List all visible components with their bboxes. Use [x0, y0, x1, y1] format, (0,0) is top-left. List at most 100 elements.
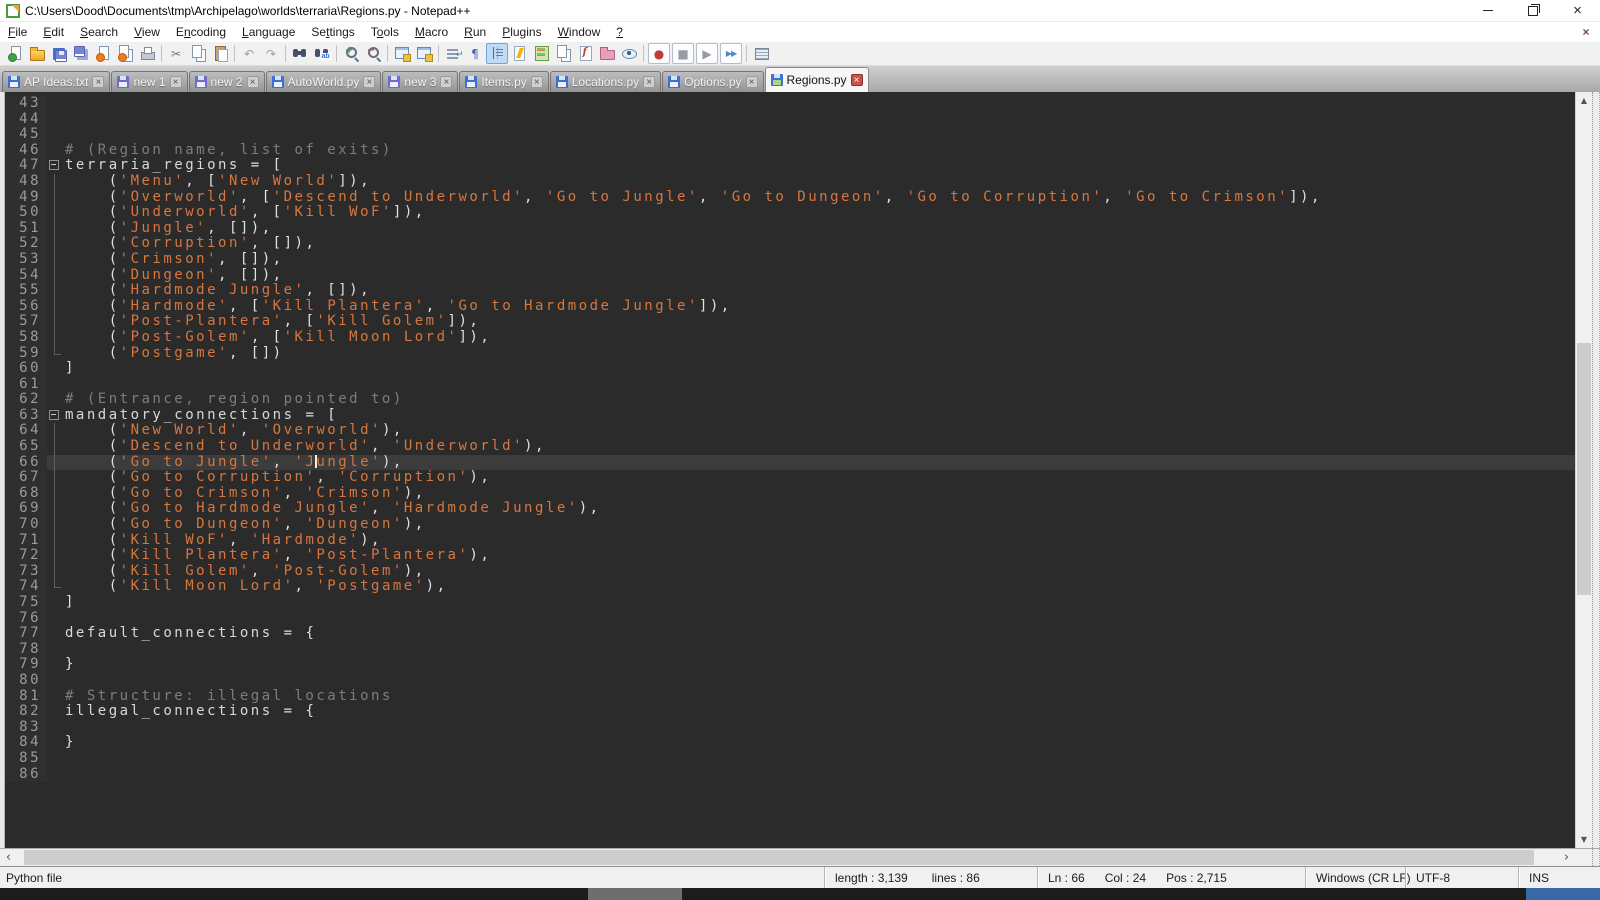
code-text[interactable]: ('Corruption', []), — [65, 236, 1575, 252]
code-text[interactable]: ('Go to Jungle', 'Jungle'), — [65, 455, 1575, 471]
macro-stop-button[interactable]: ■ — [672, 43, 694, 64]
code-text[interactable]: } — [65, 735, 1575, 751]
code-text[interactable] — [65, 127, 1575, 143]
code-text[interactable]: ('Kill Plantera', 'Post-Plantera'), — [65, 548, 1575, 564]
vertical-scrollbar[interactable]: ▲ ▼ — [1575, 92, 1592, 848]
scroll-right-icon[interactable]: › — [1558, 849, 1575, 866]
code-text[interactable]: ('Go to Dungeon', 'Dungeon'), — [65, 517, 1575, 533]
document-map-button[interactable] — [530, 43, 552, 64]
horizontal-scrollbar-thumb[interactable] — [24, 850, 1534, 865]
save-all-button[interactable] — [70, 43, 92, 64]
code-text[interactable]: terraria_regions = [ — [65, 158, 1575, 174]
tab-ap-ideas-txt[interactable]: AP Ideas.txt× — [2, 71, 110, 92]
code-text[interactable] — [65, 112, 1575, 128]
replace-button[interactable] — [311, 43, 333, 64]
code-text[interactable]: ('Kill Moon Lord', 'Postgame'), — [65, 579, 1575, 595]
code-text[interactable]: ('Post-Plantera', ['Kill Golem']), — [65, 314, 1575, 330]
tab-options-py[interactable]: Options.py× — [662, 71, 763, 92]
code-text[interactable]: ('Go to Corruption', 'Corruption'), — [65, 470, 1575, 486]
code-text[interactable] — [65, 673, 1575, 689]
tab-close-button[interactable]: × — [92, 76, 104, 88]
code-text[interactable]: default_connections = { — [65, 626, 1575, 642]
sync-vertical-scrolling-button[interactable] — [391, 43, 413, 64]
tab-locations-py[interactable]: Locations.py× — [550, 71, 661, 92]
code-text[interactable]: ('Descend to Underworld', 'Underworld'), — [65, 439, 1575, 455]
code-text[interactable]: mandatory_connections = [ — [65, 408, 1575, 424]
tab-items-py[interactable]: Items.py× — [459, 71, 548, 92]
tab-regions-py[interactable]: Regions.py× — [765, 67, 869, 92]
horizontal-scrollbar[interactable]: ‹ › — [0, 849, 1575, 866]
scroll-up-icon[interactable]: ▲ — [1576, 92, 1592, 109]
minimize-button[interactable] — [1465, 0, 1510, 22]
tab-new-1[interactable]: new 1× — [111, 71, 187, 92]
code-text[interactable] — [65, 611, 1575, 627]
menu-language[interactable]: Language — [234, 22, 303, 42]
menu-window[interactable]: Window — [550, 22, 609, 42]
restore-button[interactable] — [1510, 0, 1555, 22]
zoom-out-button[interactable] — [362, 43, 384, 64]
close-window-button[interactable]: × — [1555, 0, 1600, 22]
cut-button[interactable]: ✂ — [165, 43, 187, 64]
tab-autoworld-py[interactable]: AutoWorld.py× — [266, 71, 382, 92]
code-text[interactable]: # Structure: illegal locations — [65, 689, 1575, 705]
print-button[interactable] — [136, 43, 158, 64]
code-text[interactable]: illegal_connections = { — [65, 704, 1575, 720]
vertical-scrollbar-thumb[interactable] — [1577, 343, 1591, 595]
code-text[interactable]: ('Crimson', []), — [65, 252, 1575, 268]
tab-close-button[interactable]: × — [643, 76, 655, 88]
code-text[interactable]: } — [65, 657, 1575, 673]
menu-search[interactable]: Search — [72, 22, 126, 42]
open-file-button[interactable] — [26, 43, 48, 64]
menu-help[interactable]: ? — [608, 22, 631, 42]
code-text[interactable]: ('Menu', ['New World']), — [65, 174, 1575, 190]
tab-close-button[interactable]: × — [746, 76, 758, 88]
close-all-button[interactable] — [114, 43, 136, 64]
menu-encoding[interactable]: Encoding — [168, 22, 234, 42]
code-text[interactable]: # (Entrance, region pointed to) — [65, 392, 1575, 408]
copy-button[interactable] — [187, 43, 209, 64]
menu-macro[interactable]: Macro — [407, 22, 456, 42]
code-text[interactable]: ('New World', 'Overworld'), — [65, 423, 1575, 439]
tab-close-button[interactable]: × — [247, 76, 259, 88]
code-text[interactable]: ] — [65, 595, 1575, 611]
menu-edit[interactable]: Edit — [35, 22, 72, 42]
show-indent-guide-button[interactable] — [486, 43, 508, 64]
code-text[interactable]: ('Underworld', ['Kill WoF']), — [65, 205, 1575, 221]
tab-new-2[interactable]: new 2× — [189, 71, 265, 92]
file-monitoring-button[interactable] — [618, 43, 640, 64]
folder-as-workspace-button[interactable] — [596, 43, 618, 64]
close-file-button[interactable] — [92, 43, 114, 64]
code-text[interactable] — [65, 751, 1575, 767]
code-text[interactable]: ('Post-Golem', ['Kill Moon Lord']), — [65, 330, 1575, 346]
tab-close-button[interactable]: × — [531, 76, 543, 88]
save-file-button[interactable] — [48, 43, 70, 64]
sync-horizontal-scrolling-button[interactable] — [413, 43, 435, 64]
code-text[interactable]: # (Region name, list of exits) — [65, 143, 1575, 159]
tab-close-button[interactable]: × — [851, 74, 863, 86]
code-text[interactable] — [65, 767, 1575, 783]
code-text[interactable] — [65, 96, 1575, 112]
code-text[interactable]: ('Postgame', []) — [65, 346, 1575, 362]
show-all-characters-button[interactable]: ¶ — [464, 43, 486, 64]
fold-collapse-icon[interactable] — [47, 158, 65, 174]
macro-play-button[interactable]: ▶ — [696, 43, 718, 64]
menu-plugins[interactable]: Plugins — [494, 22, 549, 42]
scroll-down-icon[interactable]: ▼ — [1576, 831, 1592, 848]
menu-settings[interactable]: Settings — [303, 22, 362, 42]
code-text[interactable] — [65, 377, 1575, 393]
function-completion-button[interactable] — [508, 43, 530, 64]
macro-record-button[interactable]: ● — [648, 43, 670, 64]
code-text[interactable]: ('Kill Golem', 'Post-Golem'), — [65, 564, 1575, 580]
menubar-close-document-button[interactable]: × — [1576, 25, 1596, 39]
status-insert-mode[interactable]: INS — [1518, 867, 1600, 888]
macro-run-multiple-button[interactable]: ▶▶ — [720, 43, 742, 64]
menu-run[interactable]: Run — [456, 22, 494, 42]
code-text[interactable]: ('Go to Hardmode Jungle', 'Hardmode Jung… — [65, 501, 1575, 517]
menu-tools[interactable]: Tools — [363, 22, 407, 42]
scroll-left-icon[interactable]: ‹ — [0, 849, 17, 866]
function-list-button[interactable] — [574, 43, 596, 64]
find-button[interactable] — [289, 43, 311, 64]
code-text[interactable]: ('Jungle', []), — [65, 221, 1575, 237]
document-list-button[interactable] — [552, 43, 574, 64]
new-file-button[interactable] — [4, 43, 26, 64]
